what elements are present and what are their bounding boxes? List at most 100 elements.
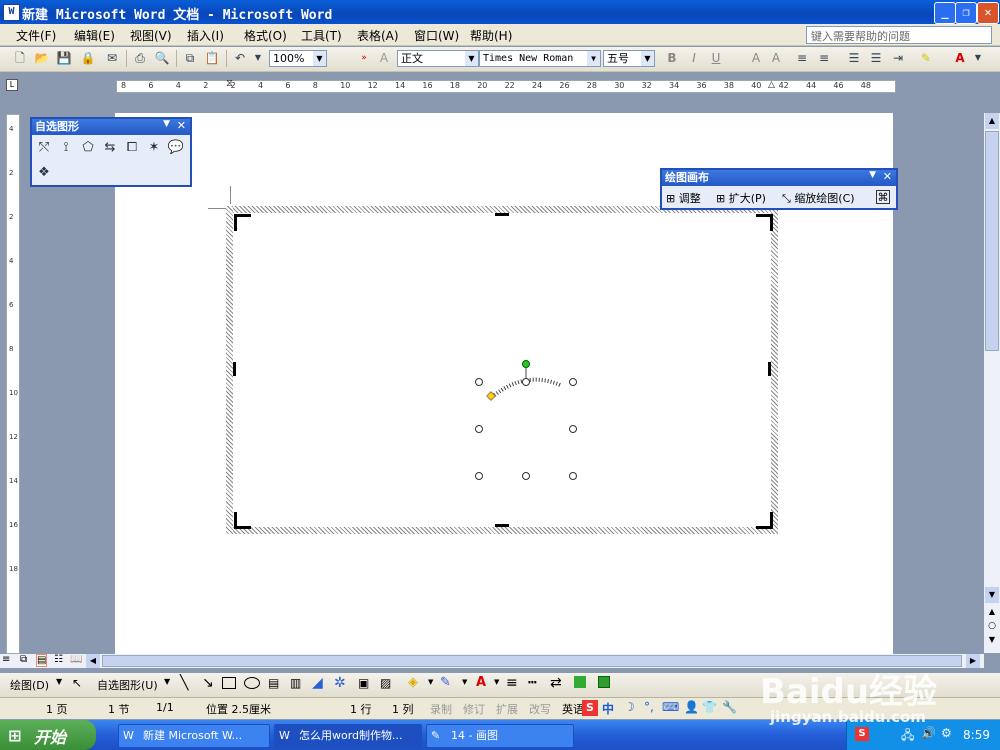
oval-icon[interactable] [244, 677, 260, 689]
vertical-scrollbar[interactable]: ▲ ▼ ▲ ○ ▼ [984, 113, 1000, 653]
chevron-down-icon[interactable]: ▼ [164, 677, 170, 686]
autoshapes-menu-button[interactable]: 自选图形(U) [97, 677, 158, 693]
status-extend[interactable]: 扩展 [496, 701, 518, 717]
vertical-text-box-icon[interactable]: ▥ [290, 676, 301, 690]
font-color-icon[interactable]: A [952, 50, 968, 66]
stars-banners-icon[interactable]: ✶ [145, 139, 163, 157]
resize-handle[interactable] [569, 378, 577, 386]
menu-file[interactable]: 文件(F) [16, 27, 56, 44]
scroll-left-icon[interactable]: ◀ [86, 654, 100, 668]
status-record[interactable]: 录制 [430, 701, 452, 717]
draw-menu-button[interactable]: 绘图(D) [10, 677, 49, 693]
right-indent-icon[interactable]: △ [768, 80, 775, 90]
resize-handle[interactable] [475, 378, 483, 386]
ime-shirt-icon[interactable]: 👕 [702, 700, 717, 714]
task-paint[interactable]: ✎ 14 - 画图 [426, 724, 574, 748]
scroll-up-icon[interactable]: ▲ [985, 113, 999, 129]
resize-handle[interactable] [475, 472, 483, 480]
line-color-icon[interactable]: ✎ [440, 675, 451, 690]
align-center-icon[interactable]: ≡ [816, 50, 832, 66]
copy-icon[interactable]: ⧉ [182, 50, 198, 66]
ime-half-width-icon[interactable]: ☽ [624, 700, 635, 714]
permission-icon[interactable]: 🔒 [80, 50, 96, 66]
fit-button[interactable]: ⊞ 调整 [666, 190, 701, 206]
bold-button[interactable]: B [664, 50, 680, 66]
task-active-document[interactable]: W 怎么用word制作物... [274, 724, 422, 748]
open-folder-icon[interactable]: 📂 [34, 50, 50, 66]
font-color-icon[interactable]: A [476, 675, 486, 690]
outline-view-icon[interactable]: ☷ [54, 654, 63, 665]
ime-tools-icon[interactable]: 🔧 [722, 700, 737, 714]
save-icon[interactable]: 💾 [56, 50, 72, 66]
web-view-icon[interactable]: ⧉ [20, 654, 27, 665]
maximize-button[interactable]: ❐ [955, 2, 977, 24]
select-objects-icon[interactable]: ↖ [72, 676, 82, 690]
chevron-down-icon[interactable]: ▼ [462, 678, 467, 686]
more-autoshapes-icon[interactable]: ❖ [35, 164, 53, 182]
normal-view-icon[interactable]: ≡ [2, 654, 10, 665]
menu-edit[interactable]: 编辑(E) [74, 27, 115, 44]
lines-icon[interactable]: ⤲ [35, 139, 53, 157]
clip-art-icon[interactable]: ▣ [358, 676, 369, 690]
style-select[interactable]: 正文 ▼ [397, 50, 479, 67]
callouts-icon[interactable]: 💬 [167, 139, 185, 157]
chevron-down-icon[interactable]: ▼ [56, 677, 62, 686]
ime-punctuation-icon[interactable]: °, [644, 700, 654, 714]
reading-view-icon[interactable]: 📖 [70, 654, 82, 665]
status-overtype[interactable]: 改写 [529, 701, 551, 717]
character-shading-icon[interactable]: A [768, 50, 784, 66]
basic-shapes-icon[interactable]: ⬠ [79, 139, 97, 157]
resize-handle[interactable] [522, 472, 530, 480]
minimize-button[interactable]: _ [934, 2, 956, 24]
line-style-icon[interactable]: ≡ [506, 675, 518, 691]
menu-table[interactable]: 表格(A) [357, 27, 399, 44]
menu-tools[interactable]: 工具(T) [301, 27, 342, 44]
chevron-down-icon[interactable]: ▼ [494, 678, 499, 686]
ime-keyboard-icon[interactable]: ⌨ [662, 700, 679, 714]
drawing-canvas-toolbar-title[interactable]: 绘图画布 [662, 170, 896, 186]
canvas-edge-handle[interactable] [233, 362, 236, 376]
undo-dropdown-icon[interactable]: ▼ [250, 50, 266, 66]
numbering-icon[interactable]: ☰ [846, 50, 862, 66]
email-icon[interactable]: ✉ [104, 50, 120, 66]
menu-insert[interactable]: 插入(I) [187, 27, 224, 44]
3d-style-icon[interactable] [598, 676, 610, 688]
toolbar-options-icon[interactable]: » [356, 50, 372, 66]
browse-object-icon[interactable]: ○ [985, 619, 999, 633]
rotation-handle[interactable] [522, 360, 530, 368]
print-layout-view-icon[interactable]: ▤ [36, 654, 48, 667]
line-icon[interactable]: ╲ [180, 675, 188, 691]
canvas-edge-handle[interactable] [768, 362, 771, 376]
rectangle-icon[interactable] [222, 677, 236, 689]
expand-button[interactable]: ⊞ 扩大(P) [716, 190, 766, 206]
zoom-select[interactable]: 100% ▼ [269, 50, 327, 67]
previous-page-icon[interactable]: ▲ [985, 605, 999, 619]
diagram-icon[interactable]: ✲ [334, 675, 346, 691]
italic-button[interactable]: I [686, 50, 702, 66]
canvas-edge-handle[interactable] [495, 213, 509, 216]
menu-view[interactable]: 视图(V) [130, 27, 172, 44]
canvas-edge-handle[interactable] [495, 524, 509, 527]
block-arrows-icon[interactable]: ⇆ [101, 139, 119, 157]
menu-format[interactable]: 格式(O) [244, 27, 287, 44]
align-justify-icon[interactable]: ≡ [794, 50, 810, 66]
fill-color-icon[interactable]: ◈ [408, 675, 418, 690]
dash-style-icon[interactable]: ┅ [528, 675, 536, 691]
paste-icon[interactable]: 📋 [204, 50, 220, 66]
highlight-icon[interactable]: ✎ [918, 50, 934, 66]
toolbar-options-icon[interactable]: ▼ [869, 170, 876, 180]
flowchart-icon[interactable]: ⧠ [123, 139, 141, 157]
arrow-icon[interactable]: ↘ [202, 675, 214, 691]
menu-window[interactable]: 窗口(W) [414, 27, 459, 44]
canvas-corner-handle[interactable] [756, 512, 773, 529]
text-wrapping-icon[interactable]: ⌘ [876, 190, 890, 204]
arc-shape[interactable] [470, 355, 585, 485]
bullets-icon[interactable]: ☰ [868, 50, 884, 66]
close-button[interactable]: ✕ [977, 2, 999, 24]
resize-handle[interactable] [475, 425, 483, 433]
scroll-thumb[interactable] [985, 131, 999, 351]
canvas-corner-handle[interactable] [234, 214, 251, 231]
underline-button[interactable]: U [708, 50, 724, 66]
task-word-document[interactable]: W 新建 Microsoft W... [118, 724, 270, 748]
font-size-select[interactable]: 五号 ▼ [603, 50, 655, 67]
